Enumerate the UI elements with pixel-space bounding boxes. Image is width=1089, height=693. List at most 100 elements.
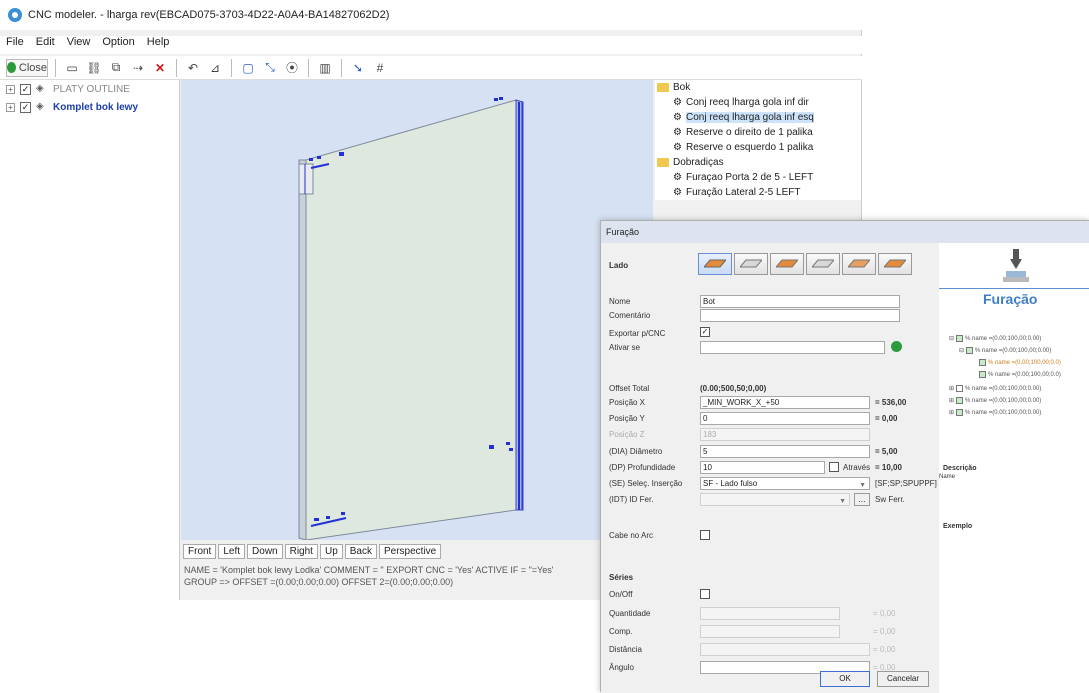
tree-row-outline[interactable]: + ✓ ◈ PLATY OUTLINE bbox=[0, 80, 179, 98]
preview-tree-row[interactable]: % name =(0.00;100,00;0.0) bbox=[979, 371, 1061, 378]
exportar-label: Exportar p/CNC bbox=[609, 329, 666, 338]
tree-label: Komplet bok lewy bbox=[53, 101, 139, 113]
tree-label: % name =(0.00;100,00;0.00) bbox=[965, 397, 1042, 404]
mirror-icon[interactable]: ⊿ bbox=[206, 59, 224, 77]
preview-tree-row[interactable]: ⊞ % name =(0.00;100,00;0.00) bbox=[949, 397, 1041, 404]
side-back-button[interactable] bbox=[842, 253, 876, 275]
ok-button[interactable]: OK bbox=[820, 671, 870, 687]
tab-right[interactable]: Right bbox=[284, 544, 318, 559]
tab-back[interactable]: Back bbox=[344, 544, 377, 559]
tree-checkbox[interactable] bbox=[956, 409, 964, 416]
panel-icon[interactable]: ▥ bbox=[316, 59, 334, 77]
preview-tree-row[interactable]: ⊞ % name =(0.00;100,00;0.00) bbox=[949, 385, 1041, 392]
tab-down[interactable]: Down bbox=[247, 544, 283, 559]
preview-tree-row[interactable]: % name =(0.00;100,00;0.0) bbox=[979, 359, 1061, 366]
posx-input[interactable]: _MIN_WORK_X_+50 bbox=[700, 396, 870, 409]
ferr-dropdown[interactable]: ▼ bbox=[700, 493, 850, 506]
layer-link-icon[interactable]: ⛓ bbox=[85, 59, 103, 77]
dist-result: = 0,00 bbox=[873, 645, 896, 654]
prof-input[interactable]: 10 bbox=[700, 461, 825, 474]
toolbar: Close ▭ ⛓ ⧉ ⇢ ✕ ↶ ⊿ ▢ ⤡ ⦿ ▥ ➘ # bbox=[0, 56, 862, 80]
side-bottom-button[interactable] bbox=[878, 253, 912, 275]
tree-row-komplet[interactable]: + ✓ ◈ Komplet bok lewy bbox=[0, 98, 179, 116]
descricao-label: Descrição bbox=[943, 465, 977, 472]
series-title: Séries bbox=[609, 573, 634, 582]
operation-icon: ⚙ bbox=[673, 142, 682, 153]
3d-viewport[interactable] bbox=[181, 80, 653, 540]
tree-label: % name =(0.00;100,00;0.00) bbox=[965, 335, 1042, 342]
tab-perspective[interactable]: Perspective bbox=[379, 544, 442, 559]
diam-input[interactable]: 5 bbox=[700, 445, 870, 458]
tree-label: Bok bbox=[673, 82, 691, 93]
menu-option[interactable]: Option bbox=[102, 36, 134, 54]
tree-checkbox[interactable] bbox=[956, 397, 964, 404]
close-button[interactable]: Close bbox=[6, 58, 48, 77]
posy-input[interactable]: 0 bbox=[700, 412, 870, 425]
select-icon[interactable]: ⤡ bbox=[261, 59, 279, 77]
side-top-button[interactable] bbox=[698, 253, 732, 275]
menu-help[interactable]: Help bbox=[147, 36, 170, 54]
tree-item[interactable]: ⚙ Furação Lateral 2-5 LEFT bbox=[655, 185, 861, 200]
grid-icon[interactable]: # bbox=[371, 59, 389, 77]
drill-icon[interactable]: ⦿ bbox=[283, 59, 301, 77]
exportar-checkbox[interactable]: ✓ bbox=[700, 327, 710, 337]
tree-item[interactable]: ⚙ Reserve o esquerdo 1 palika bbox=[655, 140, 861, 155]
side-front-button[interactable] bbox=[734, 253, 768, 275]
menu-edit[interactable]: Edit bbox=[36, 36, 55, 54]
quant-result: = 0,00 bbox=[873, 609, 896, 618]
diam-label: (DIA) Diâmetro bbox=[609, 447, 663, 456]
delete-icon[interactable]: ✕ bbox=[151, 59, 169, 77]
nome-label: Nome bbox=[609, 297, 631, 306]
series-on-checkbox[interactable] bbox=[700, 589, 710, 599]
drill-bit-icon bbox=[1003, 249, 1029, 282]
comentario-input[interactable] bbox=[700, 309, 900, 322]
tree-label: % name =(0.00;100,00;0.00) bbox=[965, 409, 1042, 416]
tree-checkbox[interactable] bbox=[956, 335, 964, 342]
cancel-button[interactable]: Cancelar bbox=[877, 671, 929, 687]
menu-view[interactable]: View bbox=[67, 36, 91, 54]
layer-move-icon[interactable]: ⇢ bbox=[129, 59, 147, 77]
new-layer-icon[interactable]: ▭ bbox=[63, 59, 81, 77]
tab-left[interactable]: Left bbox=[218, 544, 246, 559]
sel-dropdown[interactable]: SF - Lado fulso ▼ bbox=[700, 477, 870, 490]
atraves-checkbox[interactable] bbox=[829, 462, 839, 472]
tree-item[interactable]: ⚙ Furaçao Porta 2 de 5 - LEFT bbox=[655, 170, 861, 185]
expand-icon[interactable]: + bbox=[6, 84, 15, 94]
tree-folder[interactable]: Bok bbox=[655, 80, 861, 95]
ativar-apply-icon[interactable] bbox=[891, 341, 902, 352]
tab-front[interactable]: Front bbox=[183, 544, 217, 559]
tree-item[interactable]: ⚙ Conj reeq lharga gola inf dir bbox=[655, 95, 861, 110]
rotate-icon[interactable]: ↶ bbox=[184, 59, 202, 77]
chevron-down-icon: ▼ bbox=[859, 482, 866, 489]
expand-icon[interactable]: + bbox=[6, 102, 15, 112]
menu-file[interactable]: File bbox=[6, 36, 24, 54]
layer-copy-icon[interactable]: ⧉ bbox=[107, 59, 125, 77]
cabe-checkbox[interactable] bbox=[700, 530, 710, 540]
tree-item-selected[interactable]: ⚙ Conj reeq lharga gola inf esq bbox=[655, 110, 861, 125]
nome-input[interactable]: Bot bbox=[700, 295, 900, 308]
preview-tree-row[interactable]: ⊞ % name =(0.00;100,00;0.00) bbox=[949, 409, 1041, 416]
side-right-button[interactable] bbox=[806, 253, 840, 275]
tree-checkbox[interactable] bbox=[956, 385, 964, 392]
frame-icon[interactable]: ▢ bbox=[239, 59, 257, 77]
sel-code: [SF;SP;SPUPPF] bbox=[875, 479, 937, 488]
quant-input bbox=[700, 607, 840, 620]
title-underline bbox=[939, 288, 1089, 289]
ferr-browse-button[interactable]: … bbox=[854, 493, 870, 506]
ativar-input[interactable] bbox=[700, 341, 885, 354]
arrow-icon[interactable]: ➘ bbox=[349, 59, 367, 77]
side-left-button[interactable] bbox=[770, 253, 804, 275]
tree-item[interactable]: ⚙ Reserve o direito de 1 palika bbox=[655, 125, 861, 140]
tree-checkbox[interactable] bbox=[966, 347, 974, 354]
visibility-checkbox[interactable]: ✓ bbox=[20, 83, 31, 95]
visibility-checkbox[interactable]: ✓ bbox=[20, 101, 31, 113]
posz-label: Posição Z bbox=[609, 430, 645, 439]
exemplo-label: Exemplo bbox=[943, 523, 973, 530]
tree-folder[interactable]: Dobradiças bbox=[655, 155, 861, 170]
preview-tree-row[interactable]: ⊟ % name =(0.00;100,00;0.00) bbox=[959, 347, 1051, 354]
tree-checkbox[interactable] bbox=[979, 371, 986, 378]
tab-up[interactable]: Up bbox=[319, 544, 343, 559]
tree-checkbox[interactable] bbox=[979, 359, 986, 366]
operation-icon: ⚙ bbox=[673, 112, 682, 123]
preview-tree-row[interactable]: ⊟ % name =(0.00;100,00;0.00) bbox=[949, 335, 1041, 342]
